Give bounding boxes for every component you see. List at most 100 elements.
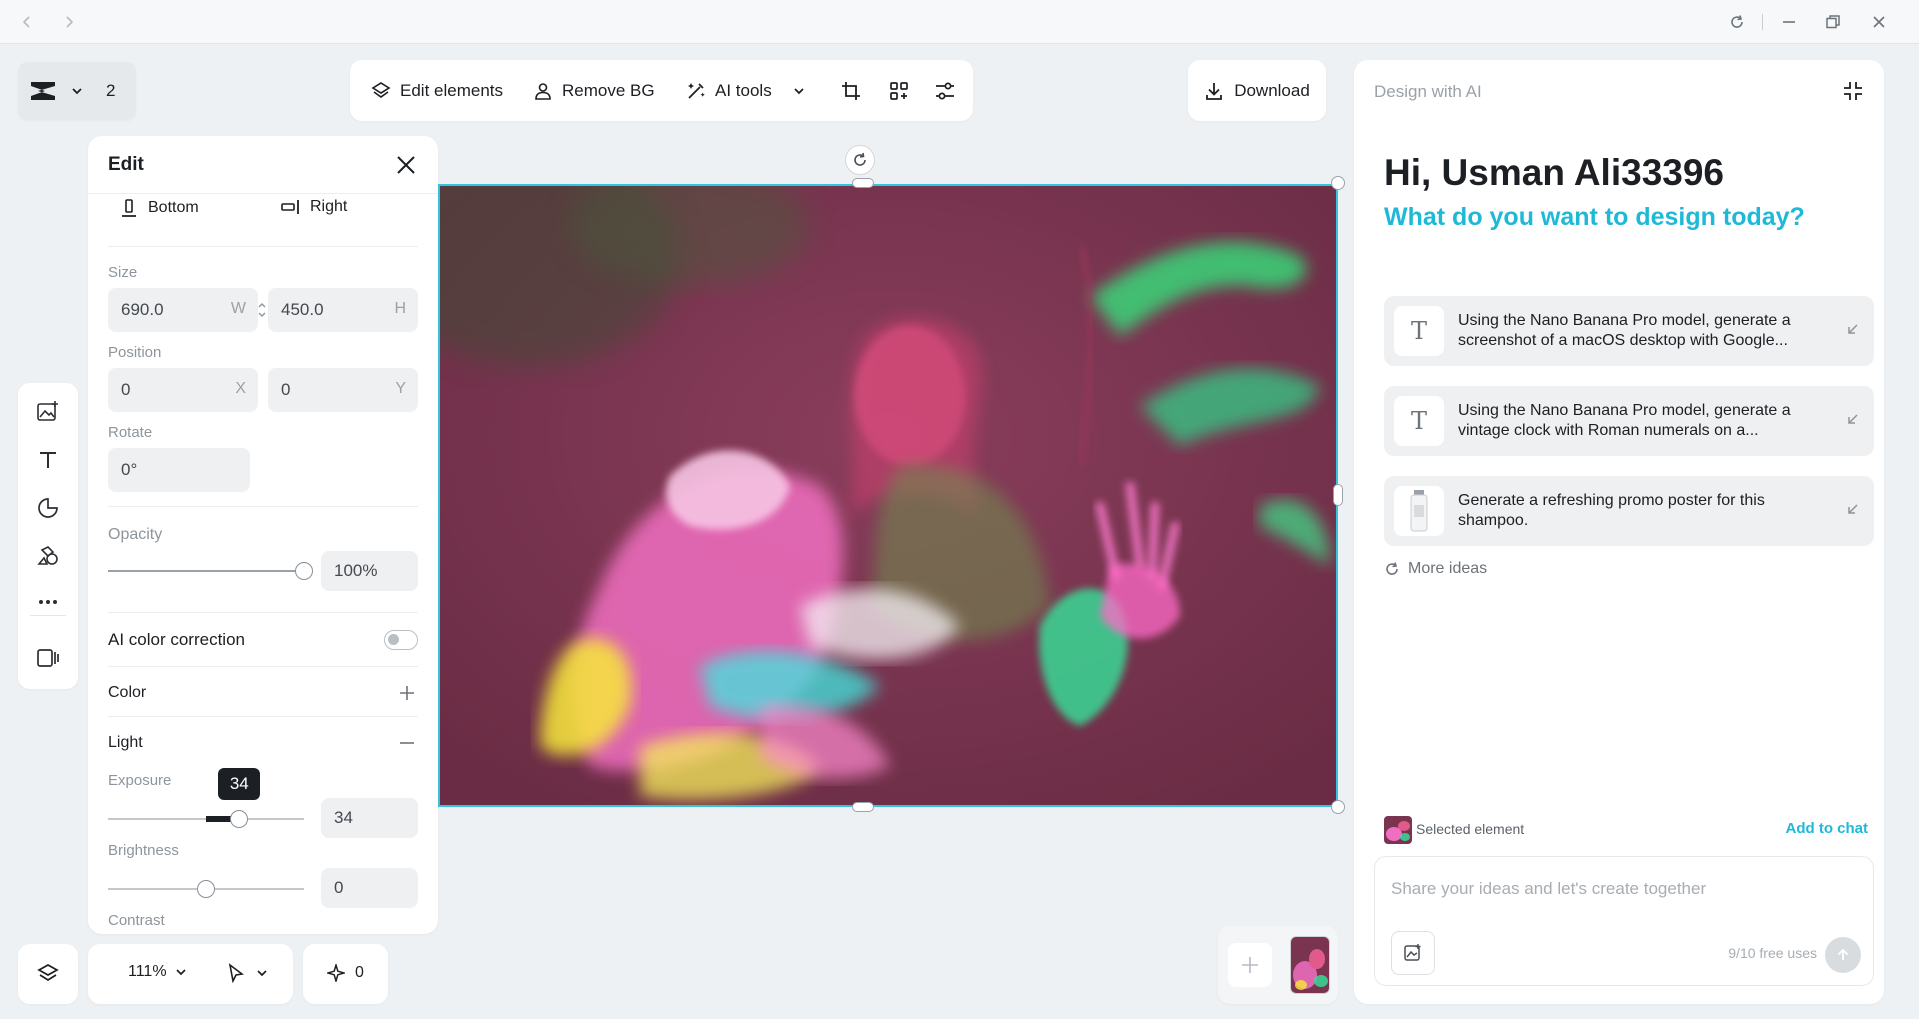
aspect-lock-icon[interactable]	[256, 300, 268, 320]
person-icon	[532, 80, 554, 102]
rotate-label: Rotate	[108, 424, 153, 441]
chevron-down-icon[interactable]	[70, 84, 84, 98]
resize-handle-top[interactable]	[852, 178, 874, 188]
height-input[interactable]: 450.0 H	[268, 288, 418, 332]
upload-image-button[interactable]	[1391, 931, 1435, 975]
collapse-icon[interactable]	[1842, 80, 1864, 102]
ai-design-panel: Design with AI Hi, Usman Ali33396 What d…	[1354, 60, 1884, 1004]
reload-icon[interactable]	[1724, 10, 1750, 34]
exposure-slider-knob[interactable]	[230, 810, 249, 828]
pointer-tool-dropdown[interactable]	[226, 963, 268, 983]
top-toolbar: Edit elements Remove BG AI tools	[350, 60, 973, 121]
chat-placeholder: Share your ideas and let's create togeth…	[1391, 879, 1707, 898]
align-right-button[interactable]: Right	[280, 198, 347, 216]
project-menu[interactable]: 2	[18, 62, 136, 120]
sparkle-icon	[327, 964, 345, 982]
brightness-slider-knob[interactable]	[197, 880, 215, 898]
ai-tools-button[interactable]: AI tools	[685, 60, 810, 121]
elements-icon[interactable]	[35, 543, 61, 569]
add-page-button[interactable]	[1228, 943, 1272, 987]
close-window-icon[interactable]	[1866, 10, 1892, 34]
rotate-handle[interactable]	[845, 145, 875, 175]
ai-credits-button[interactable]: 0	[303, 944, 388, 1004]
design-question: What do you want to design today?	[1384, 203, 1805, 231]
align-bottom-button[interactable]: Bottom	[120, 198, 199, 218]
sliders-icon	[934, 80, 956, 102]
y-input[interactable]: 0 Y	[268, 368, 418, 412]
insert-arrow-icon[interactable]	[1846, 322, 1860, 336]
plus-icon	[1240, 955, 1260, 975]
shapes-icon[interactable]	[35, 495, 61, 521]
x-input[interactable]: 0 X	[108, 368, 258, 412]
insert-arrow-icon[interactable]	[1846, 502, 1860, 516]
size-label: Size	[108, 264, 138, 281]
idea-card[interactable]: Generate a refreshing promo poster for t…	[1384, 476, 1874, 546]
close-icon[interactable]	[393, 152, 419, 178]
canvas-image[interactable]	[438, 184, 1338, 807]
smart-select-button[interactable]	[888, 60, 910, 121]
ai-color-correction-toggle[interactable]	[384, 630, 418, 650]
add-image-icon[interactable]	[35, 399, 61, 425]
send-button[interactable]	[1825, 937, 1861, 973]
idea-card[interactable]: T Using the Nano Banana Pro model, gener…	[1384, 386, 1874, 456]
color-section-label: Color	[108, 684, 147, 701]
more-icon[interactable]	[35, 589, 61, 615]
insert-arrow-icon[interactable]	[1846, 412, 1860, 426]
panel-toggle-icon[interactable]	[35, 645, 61, 671]
crop-button[interactable]	[840, 60, 862, 121]
y-unit: Y	[395, 380, 406, 397]
download-icon	[1204, 81, 1224, 101]
greeting: Hi, Usman Ali33396	[1384, 152, 1725, 193]
opacity-slider-knob[interactable]	[295, 562, 313, 580]
remove-bg-button[interactable]: Remove BG	[532, 60, 655, 121]
opacity-slider[interactable]	[108, 570, 304, 572]
back-icon[interactable]	[14, 10, 40, 34]
divider	[108, 612, 418, 613]
edit-elements-button[interactable]: Edit elements	[370, 60, 503, 121]
divider	[108, 716, 418, 717]
resize-handle-right[interactable]	[1333, 484, 1343, 506]
collapse-light-icon[interactable]	[398, 734, 416, 752]
opacity-input[interactable]: 100%	[321, 551, 418, 591]
left-tool-rail	[18, 383, 78, 689]
add-image-icon	[1403, 943, 1423, 963]
restore-icon[interactable]	[1820, 10, 1846, 34]
chat-input-box[interactable]: Share your ideas and let's create togeth…	[1374, 856, 1874, 986]
page-thumbnail[interactable]	[1290, 936, 1330, 994]
forward-icon[interactable]	[56, 10, 82, 34]
more-ideas-label: More ideas	[1408, 560, 1488, 577]
expand-color-icon[interactable]	[398, 684, 416, 702]
resize-handle-top-right[interactable]	[1331, 176, 1345, 190]
width-value: 690.0	[121, 300, 164, 319]
exposure-value: 34	[334, 808, 353, 827]
text-tool-icon[interactable]	[35, 447, 61, 473]
selected-element-label: Selected element	[1416, 821, 1525, 837]
idea-card[interactable]: T Using the Nano Banana Pro model, gener…	[1384, 296, 1874, 366]
resize-handle-bottom-right[interactable]	[1331, 800, 1345, 814]
ai-credits: 0	[327, 964, 364, 982]
opacity-value: 100%	[334, 561, 378, 580]
exposure-input[interactable]: 34	[321, 798, 418, 838]
add-to-chat-button[interactable]: Add to chat	[1786, 820, 1869, 837]
brightness-input[interactable]: 0	[321, 868, 418, 908]
minimize-icon[interactable]	[1776, 10, 1802, 34]
titlebar-divider	[1762, 14, 1763, 30]
divider	[108, 666, 418, 667]
chevron-down-icon	[256, 967, 268, 979]
crop-icon	[840, 80, 862, 102]
resize-handle-bottom[interactable]	[852, 802, 874, 812]
layers-button[interactable]	[18, 944, 78, 1004]
rotate-input[interactable]: 0°	[108, 448, 250, 492]
chevron-down-icon	[788, 80, 810, 102]
layers-icon	[370, 80, 392, 102]
adjust-button[interactable]	[934, 60, 956, 121]
more-ideas-button[interactable]: More ideas	[1384, 560, 1487, 578]
idea-text: Using the Nano Banana Pro model, generat…	[1458, 312, 1791, 349]
width-input[interactable]: 690.0 W	[108, 288, 258, 332]
edit-panel-header: Edit	[88, 136, 438, 194]
cursor-icon	[226, 963, 246, 983]
align-right-label: Right	[310, 198, 348, 215]
zoom-dropdown[interactable]: 111%	[128, 963, 187, 981]
download-button[interactable]: Download	[1188, 60, 1326, 121]
ai-tools-label: AI tools	[715, 80, 772, 100]
